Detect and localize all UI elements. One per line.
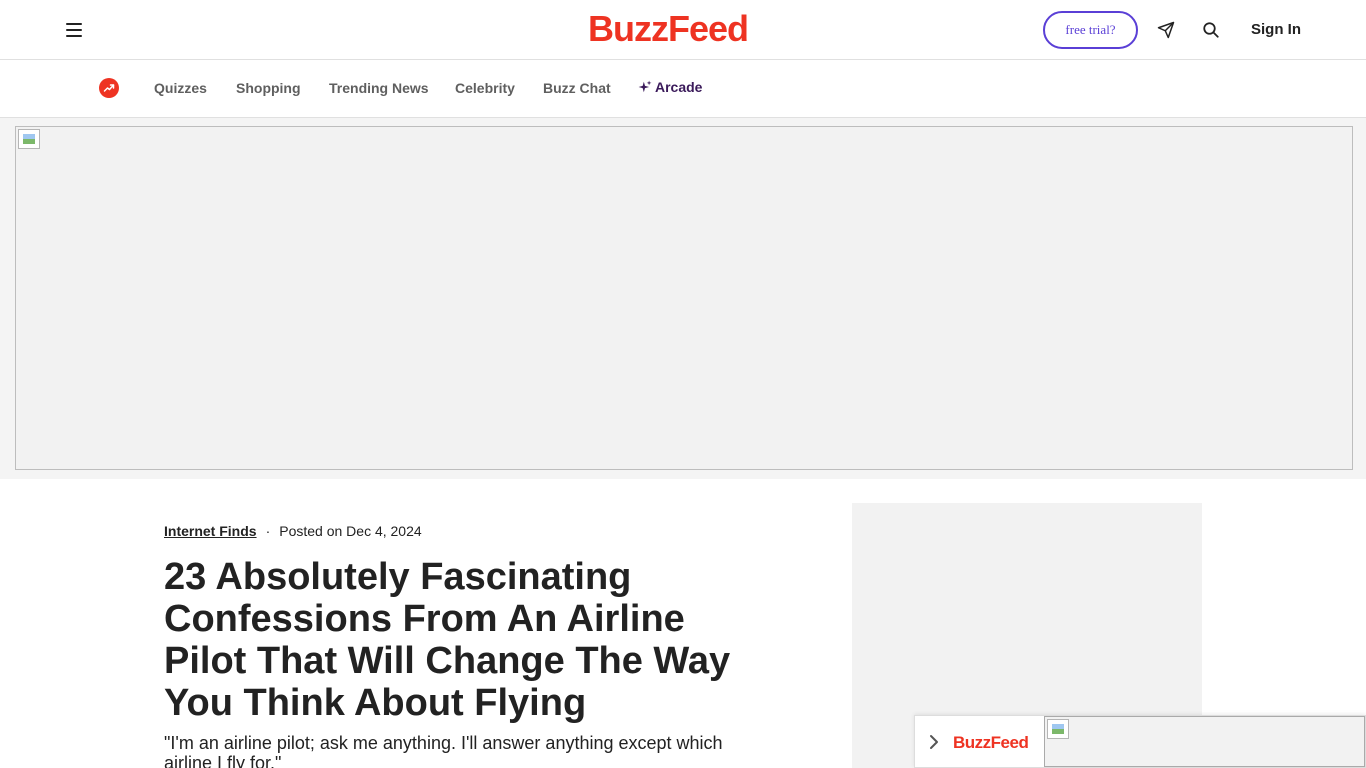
- nav-item-celebrity[interactable]: Celebrity: [455, 80, 515, 96]
- category-link[interactable]: Internet Finds: [164, 523, 257, 539]
- category-nav: Quizzes Shopping Trending News Celebrity…: [0, 60, 1366, 118]
- article-meta: Internet Finds · Posted on Dec 4, 2024: [164, 523, 422, 539]
- meta-separator: ·: [265, 523, 271, 539]
- nav-item-arcade[interactable]: Arcade: [638, 79, 702, 95]
- broken-image-icon: [1047, 719, 1069, 739]
- nav-item-shopping[interactable]: Shopping: [236, 80, 301, 96]
- broken-image-icon: [18, 129, 40, 149]
- arcade-label: Arcade: [655, 79, 703, 95]
- buzzfeed-logo[interactable]: BuzzFeed: [588, 8, 749, 50]
- menu-icon[interactable]: [62, 18, 86, 42]
- sign-in-link[interactable]: Sign In: [1251, 21, 1301, 38]
- ad-banner-area: [0, 118, 1366, 479]
- sticky-ad-image[interactable]: [1044, 716, 1365, 767]
- chevron-right-icon[interactable]: [927, 733, 941, 751]
- sticky-buzzfeed-logo: BuzzFeed: [953, 733, 1029, 752]
- search-icon[interactable]: [1199, 18, 1223, 42]
- article-dek: "I'm an airline pilot; ask me anything. …: [164, 733, 723, 768]
- nav-item-trending-news[interactable]: Trending News: [329, 80, 429, 96]
- sticky-ad-bar: BuzzFeed: [914, 715, 1366, 768]
- posted-date: Posted on Dec 4, 2024: [279, 523, 422, 539]
- nav-item-quizzes[interactable]: Quizzes: [154, 80, 207, 96]
- trending-icon[interactable]: [99, 78, 119, 98]
- sparkle-icon: [638, 80, 652, 93]
- article-headline: 23 Absolutely Fascinating Confessions Fr…: [164, 556, 731, 724]
- nav-item-buzz-chat[interactable]: Buzz Chat: [543, 80, 611, 96]
- ad-banner[interactable]: [15, 126, 1353, 470]
- top-header: BuzzFeed free trial? Sign In: [0, 0, 1366, 60]
- send-icon[interactable]: [1154, 18, 1178, 42]
- free-trial-button[interactable]: free trial?: [1043, 11, 1138, 49]
